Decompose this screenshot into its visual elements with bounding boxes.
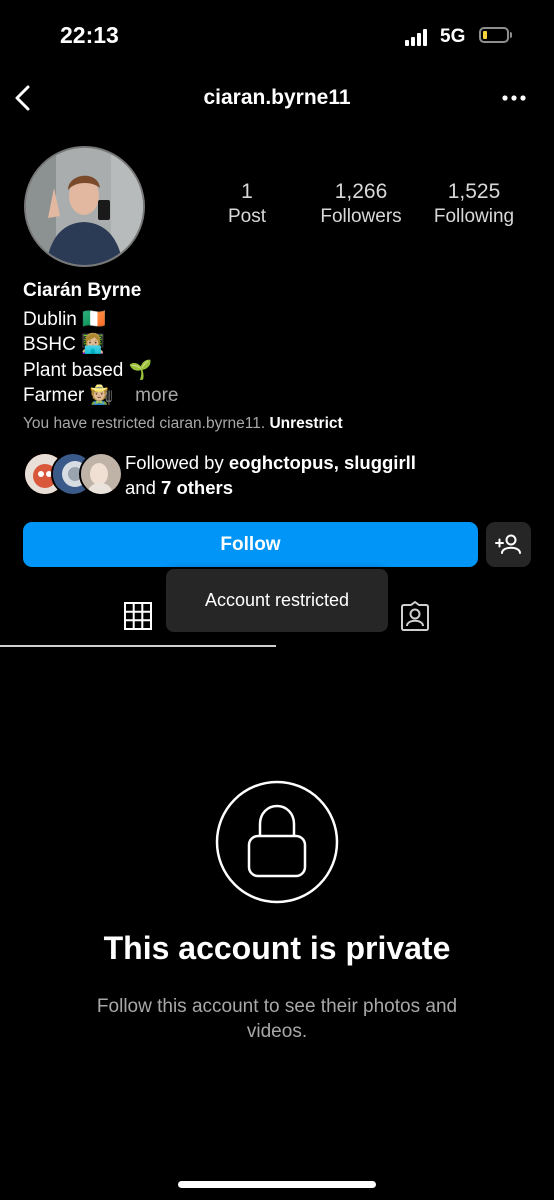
status-time: 22:13 — [60, 22, 119, 48]
followed-by-text[interactable]: Followed by eoghctopus, sluggirll and 7 … — [125, 450, 416, 500]
following-label: Following — [433, 206, 515, 227]
private-title: This account is private — [103, 930, 451, 966]
posts-count: 1 — [241, 180, 253, 203]
posts-label: Post — [227, 206, 267, 227]
battery-icon — [479, 27, 512, 43]
bio-line: Farmer 🧑🏼‍🌾 — [23, 385, 114, 406]
home-indicator[interactable] — [178, 1181, 376, 1188]
avatar[interactable] — [24, 146, 145, 267]
unrestrict-link[interactable]: Unrestrict — [269, 415, 342, 432]
signal-icon — [405, 28, 431, 46]
followed-by-names: eoghctopus, sluggirll — [228, 452, 416, 473]
account-restricted-tooltip: Account restricted — [166, 569, 388, 632]
profile-name: Ciarán Byrne — [23, 280, 142, 301]
add-person-icon — [495, 534, 521, 554]
stat-following[interactable]: 1,525 Following — [422, 180, 526, 228]
bio-line: Plant based 🌱 — [23, 360, 153, 381]
grid-icon[interactable] — [123, 601, 153, 631]
more-horizontal-icon[interactable] — [500, 88, 528, 108]
active-tab-indicator — [0, 645, 276, 647]
restricted-text: You have restricted ciaran.byrne11. — [23, 415, 266, 432]
followed-by-prefix: Followed by — [125, 452, 229, 473]
lock-icon — [215, 780, 339, 904]
bio-more-link[interactable]: more — [135, 385, 178, 406]
bio-line-last: Farmer 🧑🏼‍🌾 more — [23, 383, 178, 407]
bio-line: Dublin 🇮🇪 — [23, 309, 106, 330]
followed-by-others: 7 others — [161, 477, 233, 498]
private-subtitle: Follow this account to see their photos … — [96, 996, 458, 1042]
followers-count: 1,266 — [334, 180, 388, 203]
stat-posts[interactable]: 1 Post — [212, 180, 282, 228]
tagged-person-icon[interactable] — [399, 600, 431, 632]
followers-label: Followers — [320, 206, 402, 227]
network-type: 5G — [440, 26, 466, 47]
bio-line: BSHC 👩🏼‍💻 — [23, 334, 105, 355]
add-person-button[interactable] — [486, 522, 531, 567]
following-count: 1,525 — [447, 180, 501, 203]
mutual-avatar[interactable] — [79, 452, 123, 496]
stat-followers[interactable]: 1,266 Followers — [308, 180, 414, 228]
follow-button[interactable]: Follow — [23, 522, 478, 567]
profile-username: ciaran.byrne11 — [203, 86, 351, 109]
followed-by-and: and — [125, 477, 162, 498]
restricted-notice: You have restricted ciaran.byrne11. Unre… — [23, 415, 343, 433]
